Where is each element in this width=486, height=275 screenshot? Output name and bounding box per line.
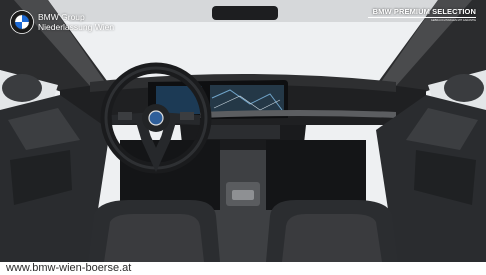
website-url: www.bmw-wien-boerse.at	[6, 262, 132, 274]
car-interior-photo	[0, 0, 486, 262]
dealer-line-1: BMW Group	[38, 12, 85, 22]
dealer-branding: BMW Group Niederlassung Wien	[10, 9, 114, 35]
footer-bar: www.bmw-wien-boerse.at	[0, 262, 486, 275]
bmw-roundel-icon	[10, 10, 34, 34]
badge-title: BMW PREMIUM SELECTION	[372, 7, 476, 16]
premium-selection-badge: BMW PREMIUM SELECTION GEBRAUCHTWAGEN MIT…	[368, 7, 476, 25]
badge-tagline: GEBRAUCHTWAGEN MIT GARANTIE	[430, 19, 476, 22]
dealer-name: BMW Group Niederlassung Wien	[38, 12, 114, 32]
badge-divider	[368, 17, 476, 18]
dealer-line-2: Niederlassung Wien	[38, 22, 115, 32]
